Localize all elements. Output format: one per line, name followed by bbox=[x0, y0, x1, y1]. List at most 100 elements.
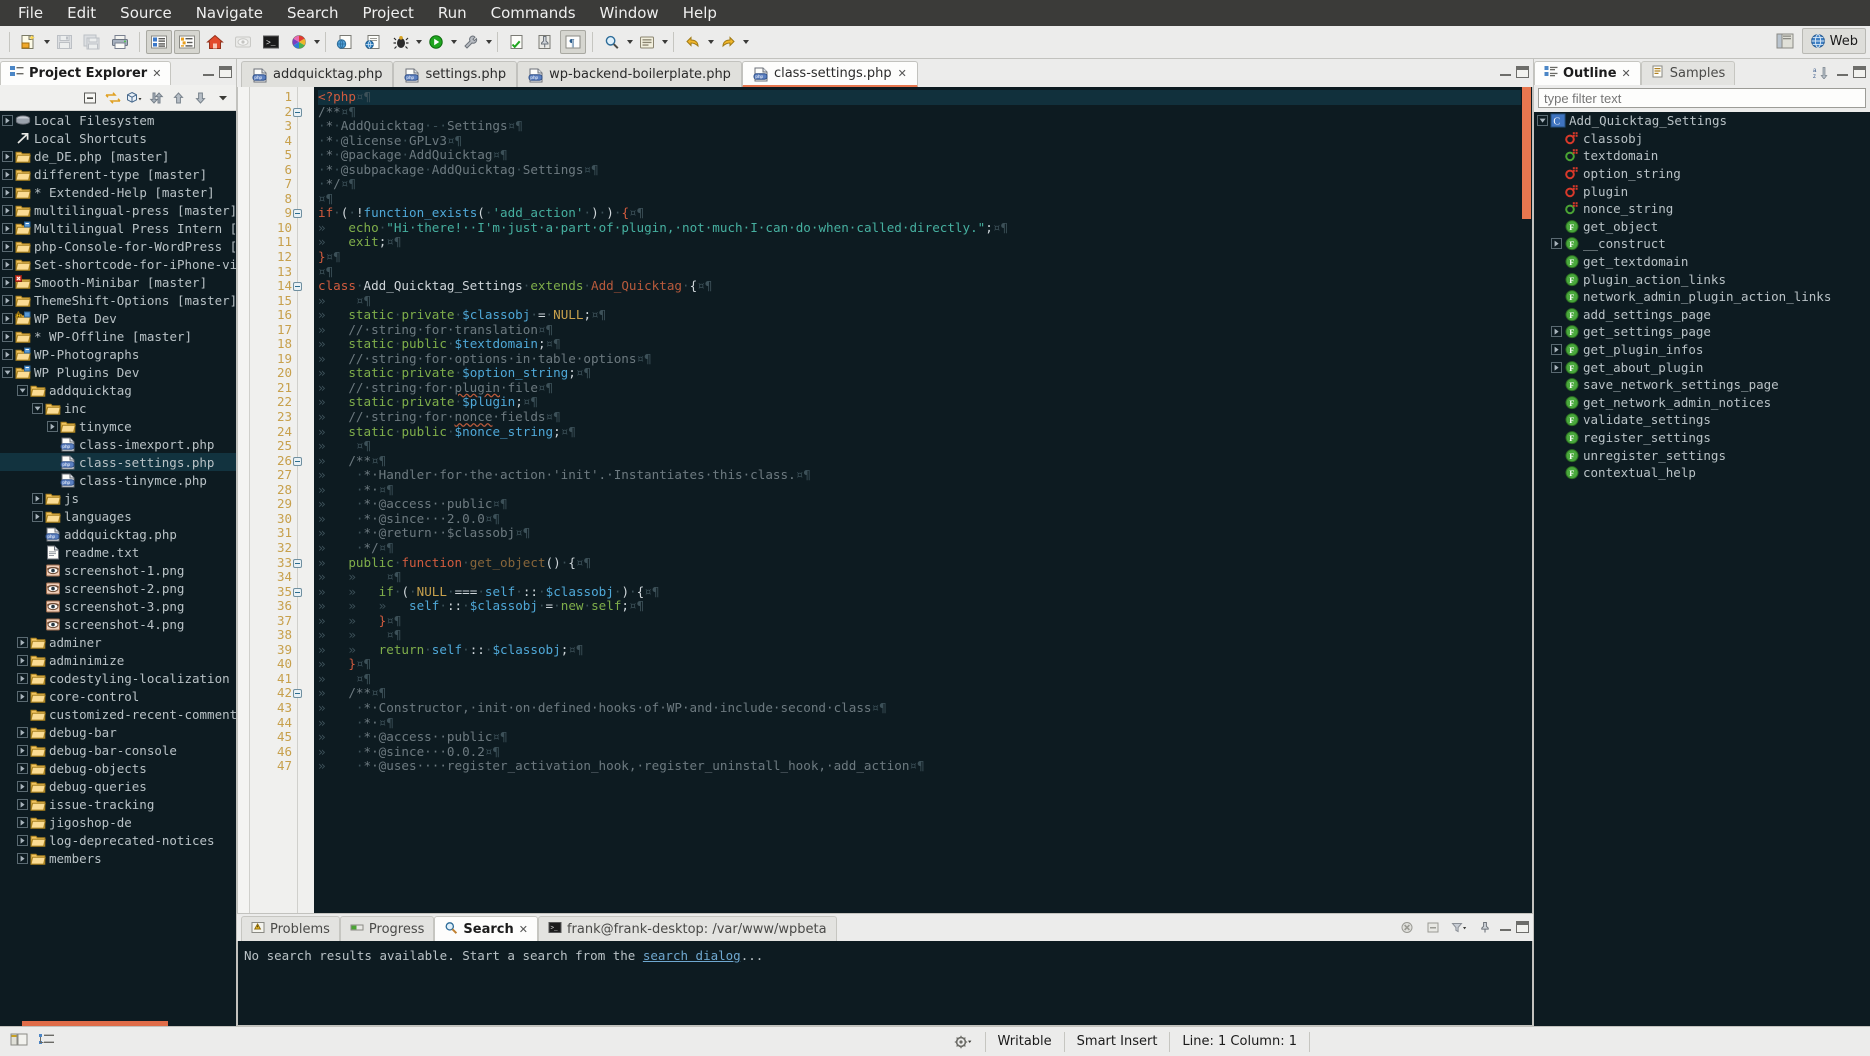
code-line[interactable]: <?php¤¶ bbox=[318, 89, 1532, 105]
back-button[interactable] bbox=[680, 30, 706, 54]
code-line[interactable]: » static·private·$plugin;¤¶ bbox=[318, 395, 1532, 410]
expand-arrow-closed-icon[interactable] bbox=[17, 744, 28, 756]
remove-icon[interactable] bbox=[1422, 917, 1443, 937]
expand-arrow-closed-icon[interactable] bbox=[2, 240, 13, 252]
expand-arrow-closed-icon[interactable] bbox=[17, 636, 28, 648]
status-layout-icon[interactable] bbox=[10, 1032, 28, 1051]
tree-item[interactable]: screenshot-3.png bbox=[0, 597, 236, 615]
minimize-icon[interactable] bbox=[1837, 69, 1848, 76]
outline-item[interactable]: C Add_Quicktag_Settings bbox=[1534, 112, 1870, 130]
expand-arrow-closed-icon[interactable] bbox=[2, 276, 13, 288]
outline-item[interactable]: Fregister_settings bbox=[1534, 429, 1870, 447]
menu-edit[interactable]: Edit bbox=[55, 1, 108, 25]
tree-item[interactable]: php class-tinymce.php bbox=[0, 471, 236, 489]
tree-item[interactable]: Local Shortcuts bbox=[0, 129, 236, 147]
color-picker-button[interactable] bbox=[286, 30, 312, 54]
minimize-icon[interactable] bbox=[203, 69, 214, 76]
editor-vertical-scrollbar[interactable] bbox=[1521, 87, 1532, 913]
expand-arrow-closed-icon[interactable] bbox=[1551, 238, 1562, 250]
fold-toggle-icon[interactable] bbox=[293, 107, 302, 117]
bottom-tab[interactable]: Search ✕ bbox=[434, 916, 538, 941]
open-browser-button[interactable] bbox=[332, 30, 358, 54]
pin-editor-button[interactable] bbox=[532, 30, 558, 54]
code-line[interactable]: » ·*·@access··public¤¶ bbox=[318, 729, 1532, 745]
code-line[interactable]: » » }¤¶ bbox=[318, 613, 1532, 629]
menu-source[interactable]: Source bbox=[108, 1, 184, 25]
print-button[interactable] bbox=[107, 30, 133, 54]
terminal-button[interactable]: >_ bbox=[258, 30, 284, 54]
outline-item[interactable]: Fget_about_plugin bbox=[1534, 358, 1870, 376]
expand-arrow-closed-icon[interactable] bbox=[17, 816, 28, 828]
outline-item[interactable]: Fnetwork_admin_plugin_action_links bbox=[1534, 288, 1870, 306]
external-tools-group[interactable] bbox=[457, 30, 492, 54]
tree-item[interactable]: members bbox=[0, 849, 236, 867]
editor-marker-gutter[interactable] bbox=[238, 87, 250, 913]
close-icon[interactable]: ✕ bbox=[519, 923, 528, 936]
code-line[interactable]: » ·*·@since···2.0.0¤¶ bbox=[318, 511, 1532, 527]
tree-item[interactable]: codestyling-localization bbox=[0, 669, 236, 687]
expand-arrow-closed-icon[interactable] bbox=[32, 492, 43, 504]
tree-item[interactable]: WP Beta Dev bbox=[0, 309, 236, 327]
expand-arrow-closed-icon[interactable] bbox=[1551, 326, 1562, 338]
code-line[interactable]: » » if·(·NULL·===·self·::·$classobj·)·{¤… bbox=[318, 584, 1532, 600]
maximize-icon[interactable] bbox=[219, 66, 232, 78]
tree-item[interactable]: tinymce bbox=[0, 417, 236, 435]
code-line[interactable]: » ·*·@since···0.0.2¤¶ bbox=[318, 744, 1532, 760]
tab-outline[interactable]: Outline ✕ bbox=[1534, 61, 1641, 85]
code-line[interactable]: ¤¶ bbox=[318, 191, 1532, 207]
tree-item[interactable]: Local Filesystem bbox=[0, 111, 236, 129]
expand-arrow-closed-icon[interactable] bbox=[17, 672, 28, 684]
code-line[interactable]: » ·*/¤¶ bbox=[318, 540, 1532, 556]
code-line[interactable]: » ·*·@uses····register_activation_hook,·… bbox=[318, 758, 1532, 774]
code-line[interactable]: » static·public·$nonce_string;¤¶ bbox=[318, 424, 1532, 440]
validate-button[interactable] bbox=[504, 30, 530, 54]
code-line[interactable]: » ¤¶ bbox=[318, 293, 1532, 309]
fold-toggle-icon[interactable] bbox=[293, 587, 302, 597]
tree-item[interactable]: de_DE.php [master] bbox=[0, 147, 236, 165]
code-line[interactable]: /**¤¶ bbox=[318, 104, 1532, 120]
debug-group[interactable] bbox=[387, 30, 422, 54]
home-button[interactable] bbox=[202, 30, 228, 54]
package-presentation-icon[interactable] bbox=[124, 88, 145, 108]
editor-tab[interactable]: php settings.php bbox=[393, 61, 518, 87]
tree-item[interactable]: debug-bar bbox=[0, 723, 236, 741]
maximize-icon[interactable] bbox=[1516, 66, 1529, 78]
tree-item[interactable]: multilingual-press [master] bbox=[0, 201, 236, 219]
expand-arrow-open-icon[interactable] bbox=[1537, 115, 1548, 127]
close-icon[interactable]: ✕ bbox=[898, 67, 907, 80]
code-line[interactable]: » ·*·¤¶ bbox=[318, 715, 1532, 731]
tree-item[interactable]: php class-imexport.php bbox=[0, 435, 236, 453]
search-button[interactable] bbox=[599, 30, 625, 54]
tree-item[interactable]: core-control bbox=[0, 687, 236, 705]
outline-item[interactable]: Fvalidate_settings bbox=[1534, 411, 1870, 429]
code-line[interactable]: » /**¤¶ bbox=[318, 453, 1532, 469]
code-line[interactable]: » //·string·for·options·in·table·options… bbox=[318, 351, 1532, 367]
tree-item[interactable]: debug-bar-console bbox=[0, 741, 236, 759]
search-dialog-link[interactable]: search dialog bbox=[643, 948, 741, 963]
tree-item[interactable]: log-deprecated-notices bbox=[0, 831, 236, 849]
expand-arrow-closed-icon[interactable] bbox=[2, 312, 13, 324]
outline-item[interactable]: classobj bbox=[1534, 130, 1870, 148]
view-menu-icon[interactable] bbox=[212, 88, 233, 108]
expand-arrow-closed-icon[interactable] bbox=[2, 330, 13, 342]
source-text[interactable]: <?php¤¶/**¤¶ ·*·AddQuicktag·-·Settings¤¶ ·… bbox=[314, 87, 1532, 913]
code-line[interactable]: » //·string·for·plugin·file¤¶ bbox=[318, 380, 1532, 396]
expand-arrow-closed-icon[interactable] bbox=[1551, 361, 1562, 373]
outline-item[interactable]: Fget_plugin_infos bbox=[1534, 341, 1870, 359]
tree-item[interactable]: issue-tracking bbox=[0, 795, 236, 813]
expand-arrow-closed-icon[interactable] bbox=[17, 690, 28, 702]
sort-az-icon[interactable]: az bbox=[1811, 62, 1832, 82]
tree-item[interactable]: debug-objects bbox=[0, 759, 236, 777]
tree-item[interactable]: WP Plugins Dev bbox=[0, 363, 236, 381]
block-selection-button[interactable] bbox=[146, 30, 172, 54]
perspective-web-button[interactable]: Web bbox=[1801, 28, 1866, 54]
double-down-arrow-icon[interactable] bbox=[146, 88, 167, 108]
expand-arrow-closed-icon[interactable] bbox=[2, 114, 13, 126]
new-wizard-button[interactable] bbox=[16, 30, 42, 54]
code-line[interactable]: }¤¶ bbox=[318, 249, 1532, 265]
external-tools-caret-icon[interactable] bbox=[486, 40, 492, 44]
editor-tab[interactable]: php addquicktag.php bbox=[241, 61, 394, 87]
tab-samples[interactable]: Samples bbox=[1640, 61, 1736, 85]
minimize-icon[interactable] bbox=[1500, 924, 1511, 931]
cancel-icon[interactable] bbox=[1396, 917, 1417, 937]
